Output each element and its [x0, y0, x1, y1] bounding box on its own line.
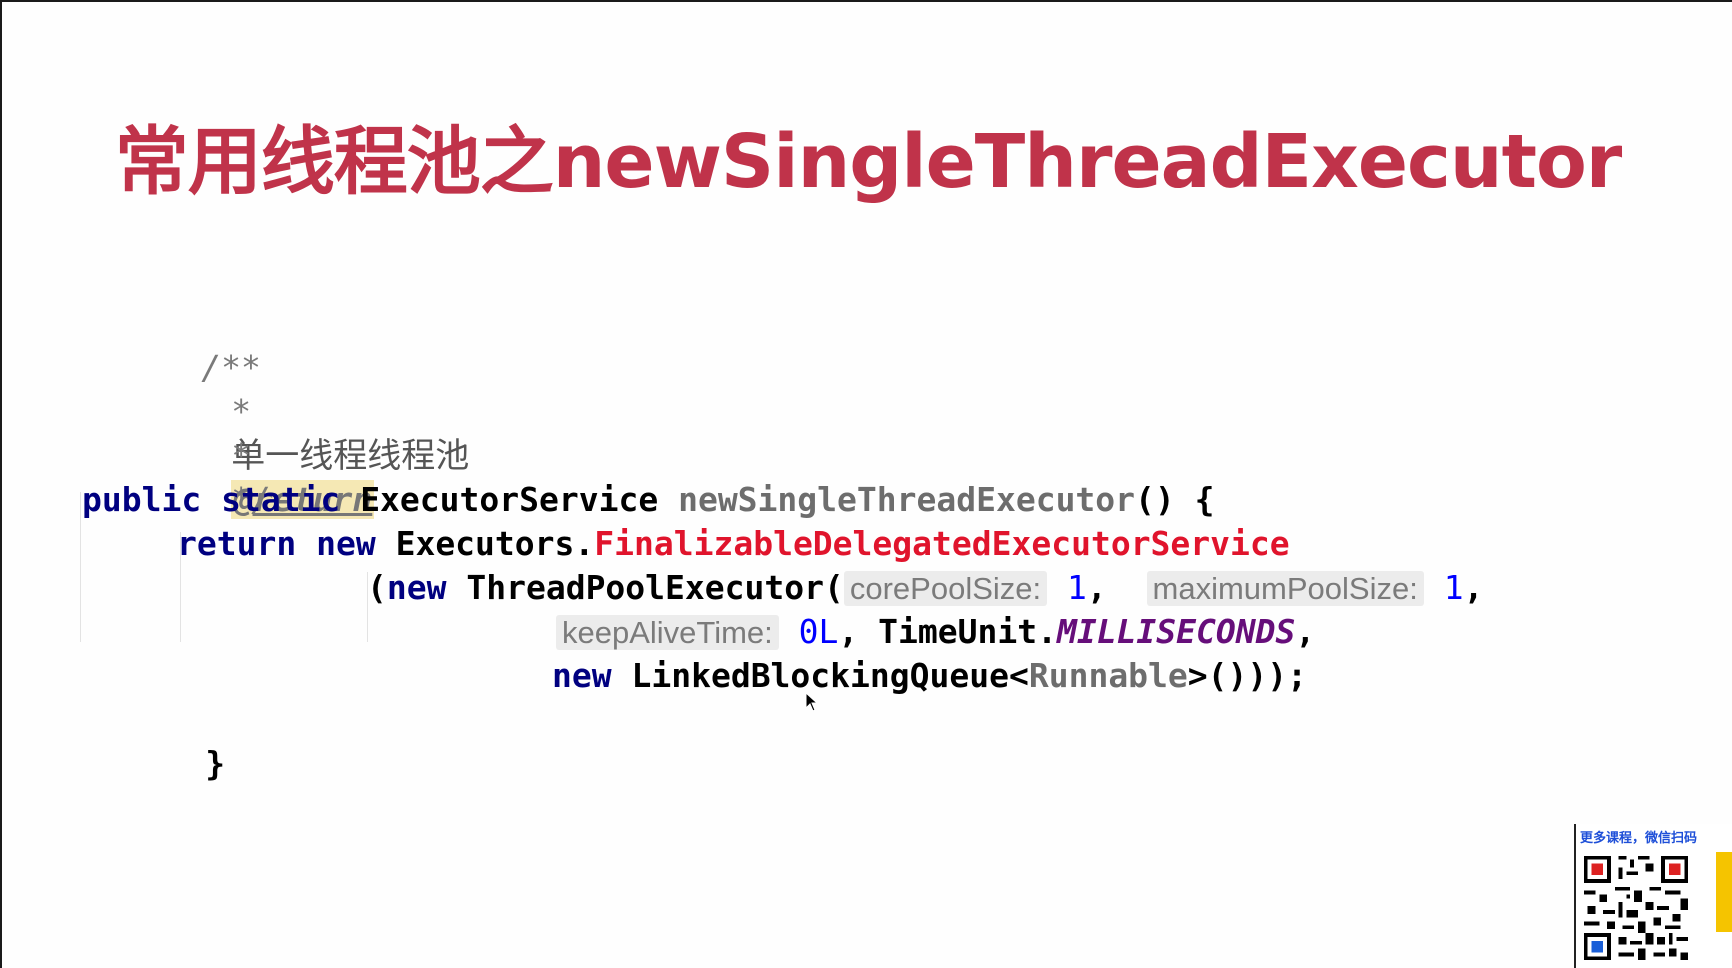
keyword-static: static [221, 480, 341, 519]
queue-class: LinkedBlockingQueue< [631, 656, 1029, 695]
comma: , [1086, 568, 1107, 607]
yellow-side-tab [1716, 852, 1732, 932]
comment-text-line: * 单一线程线程池 [112, 346, 469, 476]
qr-panel: 更多课程，微信扫码 [1574, 824, 1732, 968]
keyword-new: new [552, 656, 612, 695]
close-brace: } [205, 744, 226, 783]
comma: , [1295, 612, 1316, 651]
timeunit-class: TimeUnit. [878, 612, 1057, 651]
open-paren: ( [367, 568, 387, 607]
keepalive-line: keepAliveTime: 0L, TimeUnit.MILLISECONDS… [556, 610, 1315, 654]
finalizable-class: FinalizableDelegatedExecutorService [594, 524, 1290, 563]
comment-return-line: * @return [112, 390, 375, 519]
return-line: return new Executors.FinalizableDelegate… [177, 522, 1290, 566]
runnable-generic: Runnable [1028, 656, 1188, 695]
indent-guide [80, 492, 81, 642]
slide-title: 常用线程池之newSingleThreadExecutor [114, 119, 1623, 205]
value-keep-alive-time: 0L [798, 612, 839, 651]
close-brace-line: } [86, 698, 225, 783]
method-parens: () { [1135, 480, 1215, 519]
comma: , [838, 612, 859, 651]
threadpool-class: ThreadPoolExecutor( [466, 568, 844, 607]
qr-code-icon[interactable] [1580, 852, 1692, 964]
return-type: ExecutorService [360, 480, 659, 519]
slide: 常用线程池之newSingleThreadExecutor /** * 单一线程… [0, 0, 1732, 968]
comment-open-line: /** [82, 302, 261, 387]
hint-core-pool-size: corePoolSize: [843, 571, 1048, 606]
method-signature-line: public static ExecutorService newSingleT… [82, 478, 1215, 522]
value-maximum-pool-size: 1 [1443, 568, 1464, 607]
qr-caption: 更多课程，微信扫码 [1580, 831, 1698, 846]
keyword-new: new [386, 568, 447, 607]
milliseconds-constant: MILLISECONDS [1056, 612, 1296, 651]
queue-line: new LinkedBlockingQueue<Runnable>())); [552, 654, 1307, 698]
executors-class: Executors. [395, 524, 595, 563]
comma: , [1463, 568, 1484, 607]
close-tail: >())); [1187, 656, 1308, 695]
keyword-new: new [316, 524, 376, 563]
threadpool-line: (new ThreadPoolExecutor(corePoolSize: 1,… [367, 566, 1483, 610]
keyword-return: return [177, 524, 297, 563]
comment-close-line: */ [112, 434, 271, 519]
mouse-cursor-icon [805, 691, 819, 717]
keyword-public: public [82, 480, 202, 519]
method-name: newSingleThreadExecutor [678, 480, 1136, 519]
value-core-pool-size: 1 [1067, 568, 1087, 607]
hint-keep-alive-time: keepAliveTime: [556, 615, 779, 650]
hint-maximum-pool-size: maximumPoolSize: [1146, 571, 1424, 606]
